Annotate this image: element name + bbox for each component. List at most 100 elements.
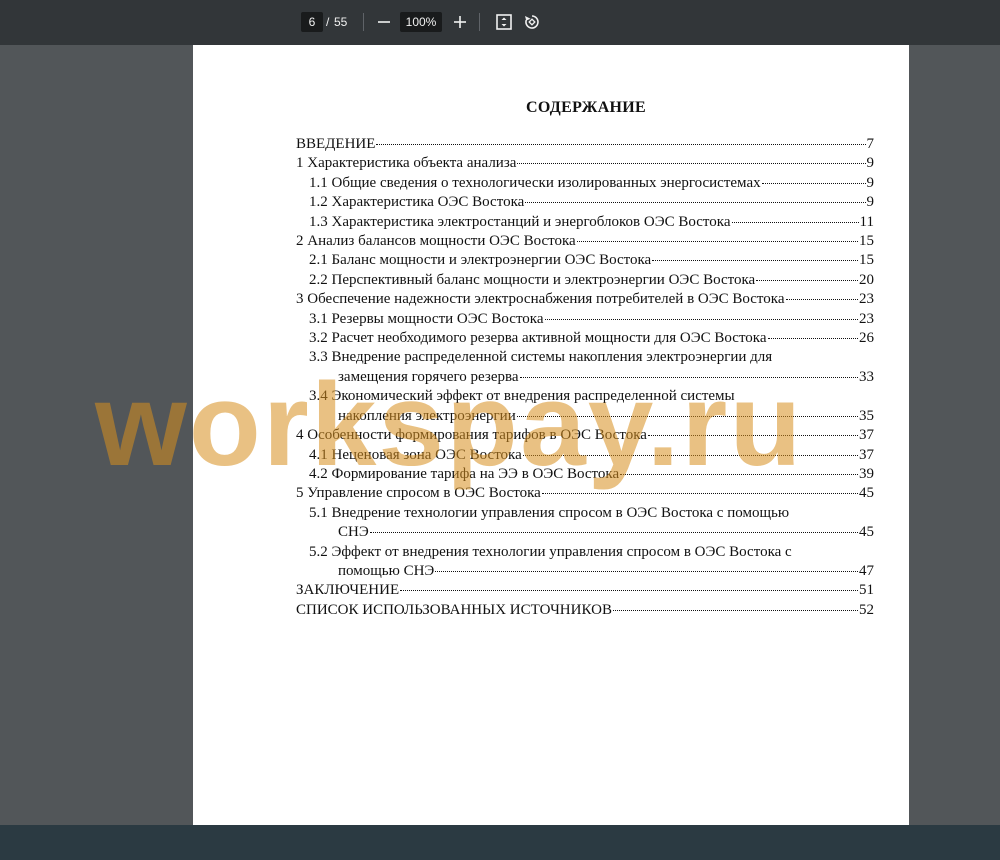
toc-entry-title: 1 Характеристика объекта анализа (296, 155, 517, 172)
toc-leader-dots (652, 260, 858, 262)
page-separator: / (326, 15, 330, 29)
toc-leader-dots (517, 163, 866, 165)
toc-page-number: 45 (859, 524, 874, 541)
toc-leader-dots (761, 182, 866, 184)
toc-page-number: 11 (859, 213, 874, 230)
toc-entry[interactable]: ЗАКЛЮЧЕНИЕ 51 (296, 581, 874, 600)
toc-entry[interactable]: 2.1 Баланс мощности и электроэнергии ОЭС… (296, 251, 874, 270)
toc-entry-title: 3.4 Экономический эффект от внедрения ра… (309, 388, 735, 405)
toc-entry[interactable]: 2 Анализ балансов мощности ОЭС Востока 15 (296, 232, 874, 251)
toc-leader-dots (522, 454, 858, 456)
toc-entry[interactable]: 4.1 Нецeновая зона ОЭС Востока 37 (296, 446, 874, 465)
toolbar-divider (363, 13, 364, 31)
fit-page-icon (496, 14, 512, 30)
rotate-button[interactable] (520, 10, 544, 34)
toc-page-number: 37 (859, 446, 874, 463)
fit-page-button[interactable] (492, 10, 516, 34)
toc-entry-title: 4.2 Формирование тарифа на ЭЭ в ОЭС Вост… (309, 465, 620, 482)
toc-entry-title: СНЭ (338, 524, 369, 541)
page-total: 55 (334, 15, 348, 29)
toc-entry[interactable]: 3.3 Внедрение распределенной системы нак… (296, 348, 874, 387)
toc-leader-dots (785, 299, 858, 301)
toc-entry[interactable]: 3.2 Расчет необходимого резерва активной… (296, 329, 874, 348)
toc-entry-title: замещения горячего резерва (338, 368, 519, 385)
toc-entry-title: накопления электроэнергии (338, 407, 516, 424)
toc-page-number: 39 (859, 465, 874, 482)
toc-entry[interactable]: 3.1 Резервы мощности ОЭС Востока 23 (296, 310, 874, 329)
toc-entry[interactable]: 5 Управление спросом в ОЭС Востока 45 (296, 484, 874, 503)
toc-leader-dots (756, 279, 858, 281)
toc-page-number: 51 (859, 582, 874, 599)
toc-leader-dots (544, 318, 858, 320)
toc-page-number: 45 (859, 485, 874, 502)
toc-entry[interactable]: ВВЕДЕНИЕ 7 (296, 135, 874, 154)
toc-leader-dots (612, 609, 858, 611)
toc-entry-title: помощью СНЭ (338, 562, 435, 579)
toc-entry-title: 2 Анализ балансов мощности ОЭС Востока (296, 233, 576, 250)
toc-page-number: 7 (866, 136, 875, 152)
toc-entry-title: 4.1 Нецeновая зона ОЭС Востока (309, 446, 522, 463)
toc-leader-dots (620, 473, 858, 475)
toc-page-number: 37 (859, 427, 874, 444)
toc-leader-dots (767, 338, 858, 340)
zoom-in-button[interactable] (448, 10, 472, 34)
toc-entry-title: 5 Управление спросом в ОЭС Востока (296, 485, 541, 502)
toc-entry[interactable]: 2.2 Перспективный баланс мощности и элек… (296, 271, 874, 290)
toc-entry-title: 5.1 Внедрение технологии управления спро… (309, 504, 790, 521)
toc-page-number: 52 (859, 601, 874, 618)
table-of-contents: ВВЕДЕНИЕ 7 1 Характеристика объекта анализ… (296, 135, 874, 620)
toc-page-number: 15 (859, 252, 874, 269)
toc-leader-dots (525, 202, 866, 204)
toc-entry-title: ЗАКЛЮЧЕНИЕ (296, 582, 400, 599)
toc-entry[interactable]: 3.4 Экономический эффект от внедрения ра… (296, 387, 874, 426)
page-title: СОДЕРЖАНИЕ (525, 99, 647, 116)
toc-entry-title: 3 Обеспечение надежности электроснабжени… (296, 291, 785, 308)
toc-entry[interactable]: 4 Особенности формирования тарифов в ОЭС… (296, 426, 874, 445)
toc-entry[interactable]: 1.2 Характеристика ОЭС Востока 9 (296, 193, 874, 212)
plus-icon (454, 16, 466, 28)
toc-entry[interactable]: 1.1 Общие сведения о технологически изол… (296, 174, 874, 193)
toc-leader-dots (516, 415, 858, 417)
toc-leader-dots (731, 221, 859, 223)
toc-entry-title: 3.3 Внедрение распределенной системы нак… (309, 349, 773, 366)
toc-entry-title: 2.2 Перспективный баланс мощности и элек… (309, 271, 756, 288)
toc-page-number: 35 (859, 407, 874, 424)
toc-entry[interactable]: 4.2 Формирование тарифа на ЭЭ в ОЭС Вост… (296, 465, 874, 484)
toc-leader-dots (647, 435, 858, 437)
toc-entry-title: 5.2 Эффект от внедрения технологии управ… (309, 543, 792, 560)
pdf-toolbar: 6 / 55 100% (0, 0, 1000, 45)
toc-page-number: 20 (859, 271, 874, 288)
toc-entry[interactable]: 1.3 Характеристика электростанций и энер… (296, 213, 874, 232)
pdf-page: СОДЕРЖАНИЕ ВВЕДЕНИЕ 7 1 Характеристика объ… (193, 45, 909, 825)
toc-page-number: 47 (859, 562, 874, 579)
toc-entry-title: 2.1 Баланс мощности и электроэнергии ОЭС… (309, 252, 652, 269)
toc-leader-dots (400, 590, 858, 592)
toc-leader-dots (376, 144, 866, 145)
toc-page-number: 15 (859, 233, 874, 250)
toc-entry[interactable]: СПИСОК ИСПОЛЬЗОВАННЫХ ИСТОЧНИКОВ 52 (296, 601, 874, 620)
toc-page-number: 26 (859, 330, 874, 347)
toc-page-number: 23 (859, 310, 874, 327)
zoom-out-button[interactable] (372, 10, 396, 34)
toc-entry[interactable]: 3 Обеспечение надежности электроснабжени… (296, 290, 874, 309)
toc-entry-title: 1.2 Характеристика ОЭС Востока (309, 194, 525, 211)
toc-leader-dots (576, 241, 858, 243)
zoom-input[interactable]: 100% (400, 12, 442, 32)
minus-icon (378, 21, 390, 23)
bottom-bar (0, 825, 1000, 860)
toc-leader-dots (369, 532, 858, 534)
toc-page-number: 9 (866, 194, 875, 211)
toc-page-number: 9 (866, 155, 875, 172)
toc-leader-dots (541, 493, 858, 495)
toc-entry[interactable]: 5.1 Внедрение технологии управления спро… (296, 504, 874, 543)
toc-entry-title: 3.2 Расчет необходимого резерва активной… (309, 330, 767, 347)
toc-entry-title: 4 Особенности формирования тарифов в ОЭС… (296, 427, 647, 444)
toc-entry[interactable]: 5.2 Эффект от внедрения технологии управ… (296, 543, 874, 582)
toc-entry-title: 1.3 Характеристика электростанций и энер… (309, 213, 731, 230)
toc-page-number: 23 (859, 291, 874, 308)
toc-entry-title: СПИСОК ИСПОЛЬЗОВАННЫХ ИСТОЧНИКОВ (296, 601, 612, 618)
toc-page-number: 33 (859, 368, 874, 385)
toc-entry[interactable]: 1 Характеристика объекта анализа 9 (296, 154, 874, 173)
page-number-input[interactable]: 6 (301, 12, 323, 32)
toc-leader-dots (519, 376, 858, 378)
